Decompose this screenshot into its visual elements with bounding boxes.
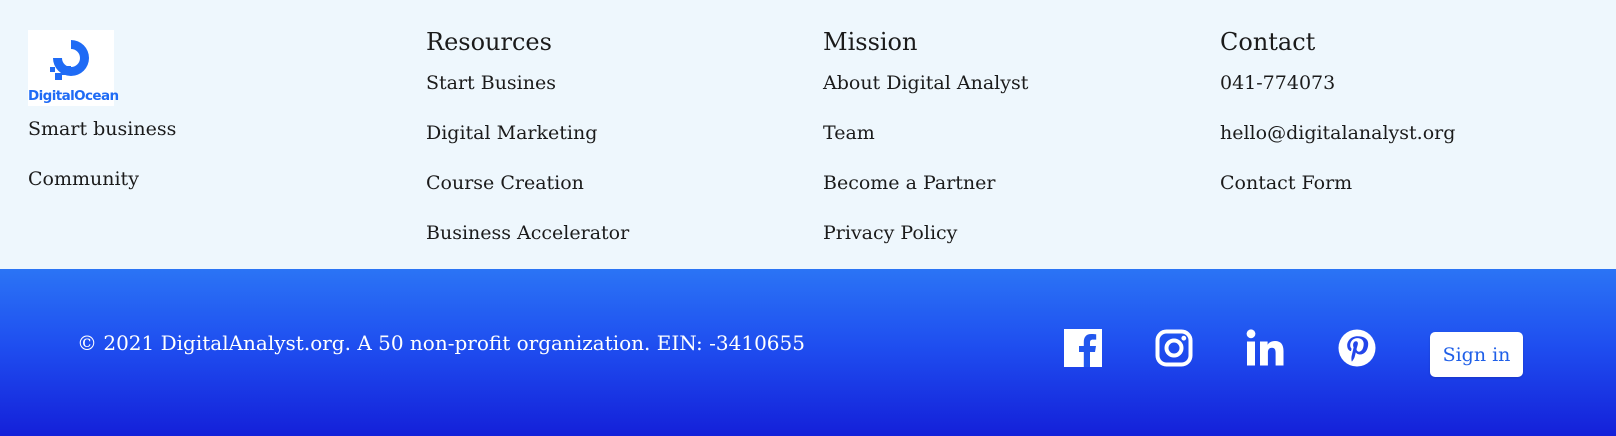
mission-heading: Mission bbox=[823, 28, 918, 56]
facebook-icon[interactable] bbox=[1064, 329, 1102, 367]
resources-heading: Resources bbox=[426, 28, 552, 56]
link-about[interactable]: About Digital Analyst bbox=[823, 72, 1028, 94]
instagram-icon[interactable] bbox=[1155, 329, 1193, 367]
link-business-accelerator[interactable]: Business Accelerator bbox=[426, 222, 629, 244]
footer-bar: © 2021 DigitalAnalyst.org. A 50 non-prof… bbox=[0, 269, 1616, 436]
footer-links-section: DigitalOcean Smart business Community Re… bbox=[0, 0, 1616, 269]
link-team[interactable]: Team bbox=[823, 122, 875, 144]
link-become-partner[interactable]: Become a Partner bbox=[823, 172, 996, 194]
link-digital-marketing[interactable]: Digital Marketing bbox=[426, 122, 597, 144]
contact-phone-link[interactable]: 041-774073 bbox=[1220, 72, 1335, 94]
pinterest-icon[interactable] bbox=[1338, 329, 1376, 367]
link-course-creation[interactable]: Course Creation bbox=[426, 172, 584, 194]
linkedin-icon[interactable] bbox=[1246, 329, 1284, 367]
link-community[interactable]: Community bbox=[28, 168, 139, 190]
link-start-business[interactable]: Start Busines bbox=[426, 72, 556, 94]
sign-in-button[interactable]: Sign in bbox=[1430, 332, 1523, 377]
brand-column: DigitalOcean Smart business Community bbox=[28, 30, 176, 190]
digitalocean-logo[interactable]: DigitalOcean bbox=[28, 30, 119, 106]
link-privacy-policy[interactable]: Privacy Policy bbox=[823, 222, 957, 244]
copyright-text: © 2021 DigitalAnalyst.org. A 50 non-prof… bbox=[77, 331, 805, 355]
contact-heading: Contact bbox=[1220, 28, 1316, 56]
digitalocean-logo-icon bbox=[50, 40, 89, 80]
logo-wordmark: DigitalOcean bbox=[28, 88, 119, 104]
link-smart-business[interactable]: Smart business bbox=[28, 118, 176, 140]
contact-email-link[interactable]: hello@digitalanalyst.org bbox=[1220, 122, 1455, 144]
contact-form-link[interactable]: Contact Form bbox=[1220, 172, 1352, 194]
